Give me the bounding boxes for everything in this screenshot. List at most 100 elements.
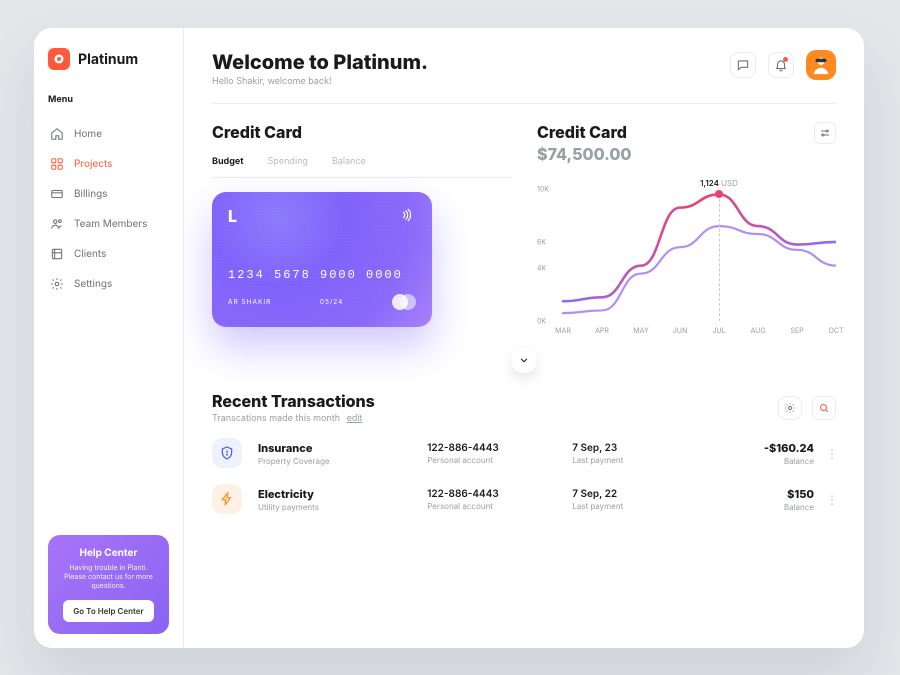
panels-row: Credit Card Budget Spending Balance L 12… (212, 122, 836, 335)
transaction-last-payment-date: 7 Sep, 23 (572, 442, 693, 454)
sidebar-item-label: Clients (74, 248, 106, 260)
avatar-icon (810, 54, 832, 76)
gear-icon (784, 402, 796, 414)
tab-budget[interactable]: Budget (212, 156, 244, 167)
page-title: Welcome to Platinum. (212, 50, 428, 74)
help-center-button[interactable]: Go To Help Center (63, 600, 153, 622)
chart-amount: $74,500.00 (537, 144, 631, 164)
sidebar-item-label: Team Members (74, 218, 147, 230)
card-brand-glyph: L (228, 206, 416, 226)
briefcase-icon (50, 247, 64, 261)
shield-icon (212, 438, 242, 468)
contactless-icon (398, 206, 416, 228)
card-network-icon (392, 294, 416, 310)
notification-dot (783, 57, 788, 62)
chevron-down-icon (517, 353, 531, 367)
sidebar-item-home[interactable]: Home (48, 119, 169, 149)
transaction-more-button[interactable]: ⋮ (826, 492, 836, 507)
bolt-icon (212, 484, 242, 514)
sidebar-menu-label: Menu (48, 94, 169, 105)
expand-button[interactable] (511, 347, 537, 373)
help-center-text: Having trouble in Planti. Please contact… (58, 563, 159, 590)
grid-icon (50, 157, 64, 171)
transaction-category: Utility payments (258, 502, 415, 512)
credit-card-visual: L 1234 5678 9000 0000 AR SHAKIR 05/24 (212, 192, 432, 327)
main-content: Welcome to Platinum. Hello Shakir, welco… (184, 28, 864, 648)
brand-name: Platinum (78, 51, 138, 68)
card-expiry: 05/24 (320, 298, 343, 306)
chart-title: Credit Card (537, 122, 631, 142)
transaction-last-payment-label: Last payment (572, 501, 693, 511)
transaction-amount-label: Balance (705, 502, 814, 512)
brand-logo[interactable]: Platinum (48, 48, 169, 70)
search-icon (818, 402, 830, 414)
messages-button[interactable] (730, 52, 756, 78)
transaction-amount: $150 (705, 487, 814, 501)
sidebar-item-label: Projects (74, 158, 112, 170)
sidebar: Platinum Menu Home Projects Billings (34, 28, 184, 648)
app-window: Platinum Menu Home Projects Billings (34, 28, 864, 648)
transaction-amount: -$160.24 (705, 441, 814, 455)
transaction-amount-label: Balance (705, 456, 814, 466)
sidebar-nav: Home Projects Billings Team Members (48, 119, 169, 299)
transaction-category: Property Coverage (258, 456, 415, 466)
transaction-row[interactable]: ElectricityUtility payments 122-886-4443P… (212, 484, 836, 514)
chat-icon (736, 58, 750, 72)
chart: 0K4K6K10KMARAPRMAYJUNJULAUGSEPOCT1,124 U… (537, 170, 836, 335)
chart-highlight-line (719, 194, 720, 321)
divider (212, 103, 836, 104)
transaction-last-payment-label: Last payment (572, 455, 693, 465)
transaction-name: Electricity (258, 487, 415, 501)
transactions-title: Recent Transactions (212, 391, 375, 411)
transaction-name: Insurance (258, 441, 415, 455)
divider (212, 177, 511, 178)
chart-highlight-dot (715, 190, 723, 198)
tab-balance[interactable]: Balance (332, 156, 366, 167)
transaction-account-number: 122-886-4443 (427, 488, 560, 500)
credit-card-panel: Credit Card Budget Spending Balance L 12… (212, 122, 511, 335)
chart-svg (537, 170, 836, 335)
card-holder: AR SHAKIR (228, 298, 271, 306)
transactions-settings-button[interactable] (778, 396, 802, 420)
users-icon (50, 217, 64, 231)
credit-card-tabs: Budget Spending Balance (212, 156, 511, 167)
transactions-list: InsuranceProperty Coverage122-886-4443Pe… (212, 438, 836, 514)
chart-panel: Credit Card $74,500.00 0K4K6K10KMARAPRMA… (537, 122, 836, 335)
sidebar-item-clients[interactable]: Clients (48, 239, 169, 269)
transactions-search-button[interactable] (812, 396, 836, 420)
transactions-subtitle: Transcations made this month edit (212, 413, 375, 424)
sidebar-item-label: Billings (74, 188, 108, 200)
transaction-last-payment-date: 7 Sep, 22 (572, 488, 693, 500)
transaction-account-type: Personal account (427, 455, 560, 465)
transaction-account-type: Personal account (427, 501, 560, 511)
transactions-actions (778, 396, 836, 420)
transactions-edit-link[interactable]: edit (347, 413, 363, 424)
sidebar-item-settings[interactable]: Settings (48, 269, 169, 299)
transactions-panel: Recent Transactions Transcations made th… (212, 391, 836, 514)
transaction-row[interactable]: InsuranceProperty Coverage122-886-4443Pe… (212, 438, 836, 468)
sidebar-item-projects[interactable]: Projects (48, 149, 169, 179)
credit-card-title: Credit Card (212, 122, 511, 142)
page-subtitle: Hello Shakir, welcome back! (212, 76, 428, 87)
chart-series-line (563, 226, 836, 313)
chart-tooltip: 1,124 USD (700, 178, 738, 188)
credit-card[interactable]: L 1234 5678 9000 0000 AR SHAKIR 05/24 (212, 192, 432, 327)
user-avatar[interactable] (806, 50, 836, 80)
chart-filter-button[interactable] (814, 122, 836, 144)
card-number: 1234 5678 9000 0000 (228, 268, 416, 282)
chart-series-line (563, 194, 836, 301)
card-icon (50, 187, 64, 201)
notifications-button[interactable] (768, 52, 794, 78)
help-center-card: Help Center Having trouble in Planti. Pl… (48, 535, 169, 634)
topbar-actions (730, 50, 836, 80)
gear-icon (50, 277, 64, 291)
sliders-icon (819, 127, 831, 139)
sidebar-item-label: Home (74, 128, 102, 140)
sidebar-item-billings[interactable]: Billings (48, 179, 169, 209)
topbar: Welcome to Platinum. Hello Shakir, welco… (212, 50, 836, 87)
tab-spending[interactable]: Spending (268, 156, 308, 167)
brand-logo-icon (48, 48, 70, 70)
sidebar-item-team-members[interactable]: Team Members (48, 209, 169, 239)
transaction-more-button[interactable]: ⋮ (826, 446, 836, 461)
help-center-title: Help Center (58, 547, 159, 559)
